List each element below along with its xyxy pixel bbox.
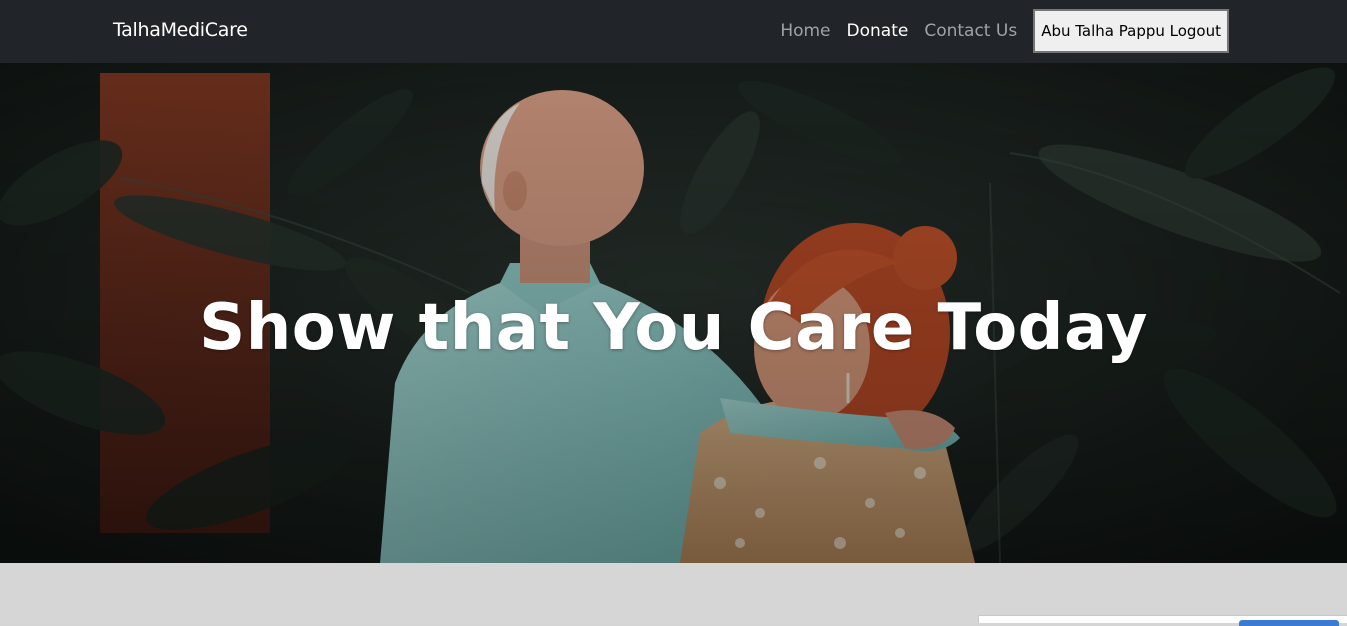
brand-logo[interactable]: TalhaMediCare xyxy=(113,19,248,41)
hero-title: Show that You Care Today xyxy=(199,291,1148,365)
nav-link-contact[interactable]: Contact Us xyxy=(924,21,1017,41)
nav-link-home[interactable]: Home xyxy=(780,21,830,41)
navbar: TalhaMediCare Home Donate Contact Us Abu… xyxy=(0,0,1347,63)
nav-links: Home Donate Contact Us Abu Talha Pappu L… xyxy=(780,8,1229,54)
user-logout-button[interactable]: Abu Talha Pappu Logout xyxy=(1033,9,1229,53)
hero-banner: Show that You Care Today xyxy=(0,63,1347,563)
content-area xyxy=(0,563,1347,623)
widget-accent-bar xyxy=(1239,620,1339,626)
nav-link-donate[interactable]: Donate xyxy=(847,21,909,41)
floating-widget-edge[interactable] xyxy=(978,615,1347,626)
